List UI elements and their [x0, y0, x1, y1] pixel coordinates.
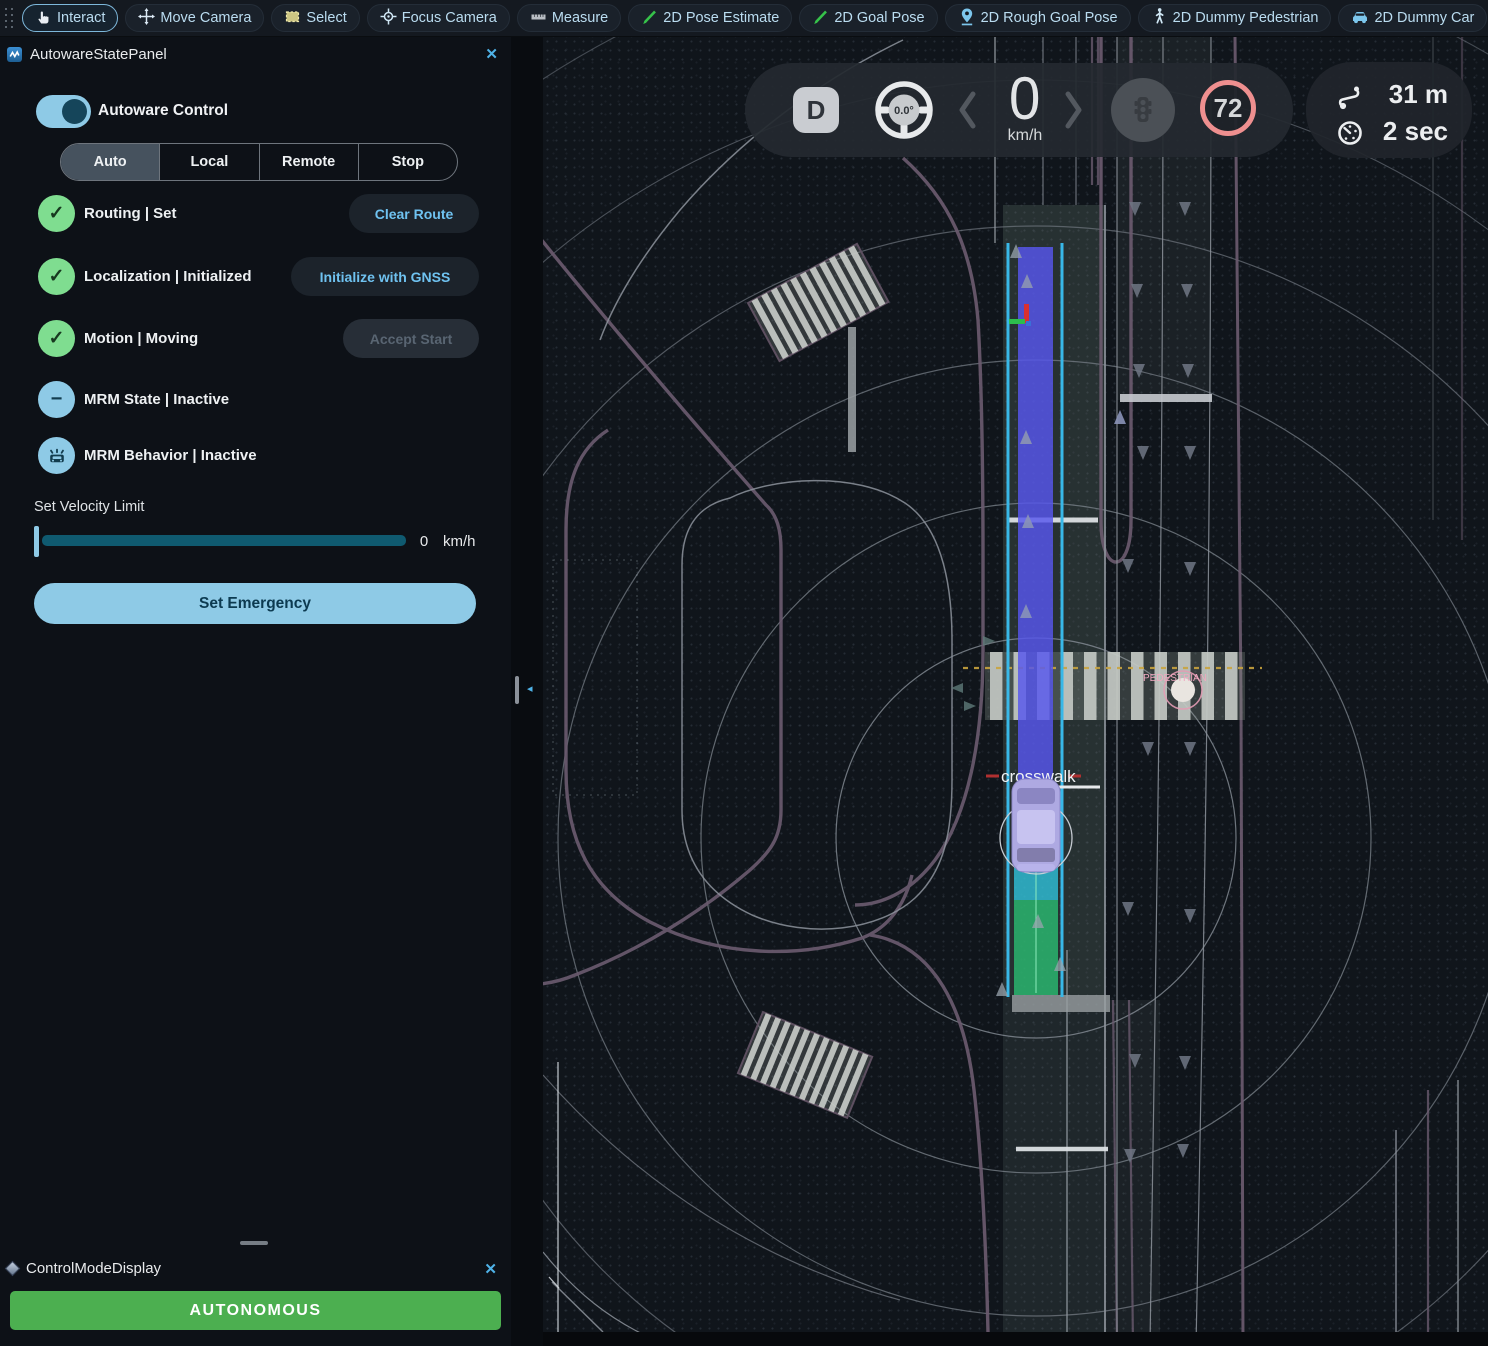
mrm-behavior-label: MRM Behavior | Inactive — [84, 437, 257, 474]
map-scene: PEDESTRIAN crosswalk — [543, 37, 1488, 1346]
speed-limit-badge: 72 — [1200, 80, 1256, 136]
select-rect-icon — [284, 8, 301, 29]
tb-label: 2D Rough Goal Pose — [981, 10, 1118, 26]
steering-angle-value: 0.0° — [894, 105, 914, 117]
green-pen-icon — [812, 8, 829, 29]
panel-resize-handle[interactable] — [240, 1241, 268, 1245]
traffic-light-icon — [1111, 78, 1175, 142]
tb-button-2d-dummy-pedestrian[interactable]: 2D Dummy Pedestrian — [1138, 4, 1332, 32]
velocity-slider-handle[interactable] — [34, 526, 39, 557]
velocity-unit: km/h — [443, 533, 476, 550]
green-pen-icon — [641, 8, 658, 29]
accept-start-button[interactable]: Accept Start — [343, 319, 479, 358]
localization-status-label: Localization | Initialized — [84, 258, 252, 295]
tb-button-2d-dummy-car[interactable]: 2D Dummy Car — [1338, 4, 1487, 32]
route-info-hud: 31 m 2 sec — [1306, 62, 1472, 158]
tb-label: Interact — [57, 10, 105, 26]
tb-button-select[interactable]: Select — [271, 4, 359, 32]
velocity-limit-label: Set Velocity Limit — [34, 499, 144, 515]
tb-button-measure[interactable]: Measure — [517, 4, 621, 32]
routing-status-icon: ✓ — [38, 195, 75, 232]
mrm-state-icon: − — [38, 381, 75, 418]
gear-indicator: D — [793, 87, 839, 133]
crosswalk-stripes-bottom-left — [738, 1012, 872, 1118]
mode-remote[interactable]: Remote — [259, 144, 358, 180]
steering-wheel-icon: 0.0° — [872, 78, 936, 142]
tb-label: 2D Pose Estimate — [663, 10, 779, 26]
vehicle-hud: D 0.0° 0 km/h 72 — [745, 63, 1293, 157]
localization-status-icon: ✓ — [38, 258, 75, 295]
control-mode-title-row: ControlModeDisplay — [7, 1260, 161, 1277]
panel-title-row: AutowareStatePanel — [7, 46, 167, 63]
motion-status-label: Motion | Moving — [84, 320, 198, 357]
route-distance-value: 31 m — [1389, 79, 1448, 110]
chevron-right-icon — [1065, 91, 1083, 129]
divider-drag-handle[interactable] — [515, 676, 520, 704]
mrm-state-label: MRM State | Inactive — [84, 381, 229, 418]
speed-value: 0 — [1009, 69, 1040, 129]
mode-local[interactable]: Local — [159, 144, 258, 180]
motion-status-icon: ✓ — [38, 320, 75, 357]
tb-button-focus-camera[interactable]: Focus Camera — [367, 4, 510, 32]
routing-status-label: Routing | Set — [84, 195, 177, 232]
tb-label: Measure — [552, 10, 608, 26]
tb-label: Select — [306, 10, 346, 26]
velocity-slider-track[interactable] — [42, 535, 406, 546]
mrm-behavior-icon — [38, 437, 75, 474]
focus-crosshair-icon — [380, 8, 397, 29]
tb-button-interact[interactable]: Interact — [22, 4, 118, 32]
route-distance-icon — [1336, 82, 1366, 117]
tb-label: 2D Dummy Car — [1374, 10, 1474, 26]
viewport-bottom-edge — [543, 1332, 1488, 1346]
rviz-3d-viewport[interactable]: PEDESTRIAN crosswalk D 0.0° — [543, 37, 1488, 1346]
collapse-panel-icon[interactable]: ◂ — [527, 682, 533, 695]
autoware-state-panel: AutowareStatePanel ✕ Autoware Control Au… — [0, 37, 511, 1346]
autoware-panel-icon — [7, 47, 22, 62]
autoware-control-toggle[interactable] — [36, 95, 91, 128]
set-emergency-button[interactable]: Set Emergency — [34, 583, 476, 624]
pedestrian-label: PEDESTRIAN — [1143, 673, 1207, 684]
tb-button-move-camera[interactable]: Move Camera — [125, 4, 264, 32]
clear-route-button[interactable]: Clear Route — [349, 194, 479, 233]
hand-icon — [35, 8, 52, 29]
ruler-icon — [530, 8, 547, 29]
autoware-control-label: Autoware Control — [98, 102, 228, 120]
map-pin-icon — [958, 7, 976, 30]
autonomous-mode-badge: AUTONOMOUS — [10, 1291, 501, 1330]
tb-label: Move Camera — [160, 10, 251, 26]
pedestrian-icon — [1151, 7, 1168, 29]
mode-auto[interactable]: Auto — [61, 144, 159, 180]
toolbar-drag-handle-icon[interactable] — [2, 4, 15, 32]
route-time-icon — [1335, 117, 1365, 152]
panel-title: AutowareStatePanel — [30, 46, 167, 63]
toggle-knob — [62, 99, 87, 124]
tb-label: 2D Goal Pose — [834, 10, 924, 26]
panel-map-divider: ◂ — [511, 37, 543, 1346]
control-mode-panel: ControlModeDisplay ✕ AUTONOMOUS — [0, 1250, 511, 1346]
chevron-left-icon — [958, 91, 976, 129]
operation-mode-segmented: Auto Local Remote Stop — [60, 143, 458, 181]
tb-button-2d-pose-estimate[interactable]: 2D Pose Estimate — [628, 4, 792, 32]
initialize-gnss-button[interactable]: Initialize with GNSS — [291, 257, 479, 296]
control-mode-title: ControlModeDisplay — [26, 1260, 161, 1277]
tb-label: Focus Camera — [402, 10, 497, 26]
tb-button-2d-rough-goal-pose[interactable]: 2D Rough Goal Pose — [945, 4, 1131, 32]
tb-button-2d-goal-pose[interactable]: 2D Goal Pose — [799, 4, 937, 32]
tb-label: 2D Dummy Pedestrian — [1173, 10, 1319, 26]
velocity-value: 0 — [412, 533, 436, 550]
control-mode-panel-icon — [5, 1261, 21, 1277]
move-icon — [138, 8, 155, 29]
crosswalk-stripes-top-left — [748, 244, 888, 361]
close-icon[interactable]: ✕ — [485, 45, 498, 63]
route-time-value: 2 sec — [1383, 116, 1448, 147]
close-icon[interactable]: ✕ — [484, 1260, 497, 1278]
mode-stop[interactable]: Stop — [358, 144, 457, 180]
rviz-toolbar: Interact Move Camera Select Focus Camera… — [0, 0, 1488, 37]
speed-display: 0 km/h — [983, 69, 1067, 145]
car-icon — [1351, 8, 1369, 29]
